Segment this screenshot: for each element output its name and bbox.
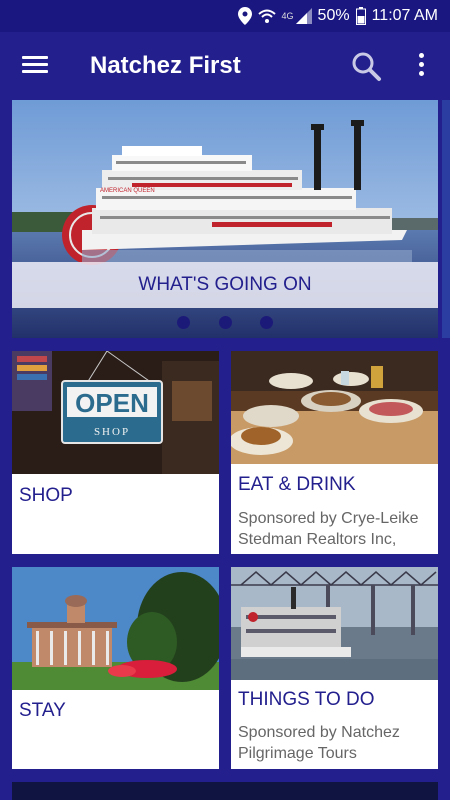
card-sponsor: Sponsored by Crye-Leike Stedman Realtors… <box>238 510 419 548</box>
carousel-dot[interactable] <box>177 316 190 329</box>
category-card-shop[interactable]: OPEN SHOP SHOP <box>12 351 219 554</box>
signal-icon <box>295 8 312 24</box>
featured-carousel[interactable]: AMERICAN QUEEN WHAT'S GOING ON <box>12 100 438 338</box>
status-bar: 4G 50% 11:07 AM <box>0 0 450 32</box>
bridge-riverboat-image <box>231 567 438 680</box>
clock: 11:07 AM <box>371 7 438 24</box>
app-title: Natchez First <box>90 52 241 79</box>
app-bar: Natchez First <box>0 32 450 100</box>
card-sponsor: Sponsored by Natchez Pilgrimage Tours <box>238 724 400 762</box>
card-title: THINGS TO DO <box>238 689 375 710</box>
riverboat-sign: AMERICAN QUEEN <box>100 188 155 194</box>
shop-image: OPEN SHOP <box>12 351 219 474</box>
location-icon <box>237 7 252 25</box>
carousel-dot[interactable] <box>219 316 232 329</box>
carousel-page-indicator <box>12 316 438 330</box>
card-title: STAY <box>19 700 66 721</box>
hamburger-menu-icon[interactable] <box>22 54 48 76</box>
next-card-peek <box>12 782 438 800</box>
battery-icon <box>355 7 366 25</box>
wifi-calling-icon <box>257 9 276 23</box>
carousel-caption[interactable]: WHAT'S GOING ON <box>12 262 438 308</box>
network-type-label: 4G <box>281 11 294 21</box>
card-title: EAT & DRINK <box>238 474 356 495</box>
shop-sign-text: SHOP <box>94 426 130 438</box>
more-options-icon[interactable] <box>414 52 430 80</box>
category-card-things-to-do[interactable]: THINGS TO DO Sponsored by Natchez Pilgri… <box>231 567 438 769</box>
card-title: SHOP <box>19 485 73 506</box>
mansion-image <box>12 567 219 690</box>
carousel-dot[interactable] <box>260 316 273 329</box>
food-image <box>231 351 438 464</box>
search-icon[interactable] <box>350 50 382 82</box>
battery-percent: 50% <box>317 7 350 24</box>
category-card-eat-drink[interactable]: EAT & DRINK Sponsored by Crye-Leike Sted… <box>231 351 438 554</box>
carousel-next-peek <box>442 100 450 338</box>
category-card-stay[interactable]: STAY <box>12 567 219 769</box>
open-sign-text: OPEN <box>75 388 149 418</box>
